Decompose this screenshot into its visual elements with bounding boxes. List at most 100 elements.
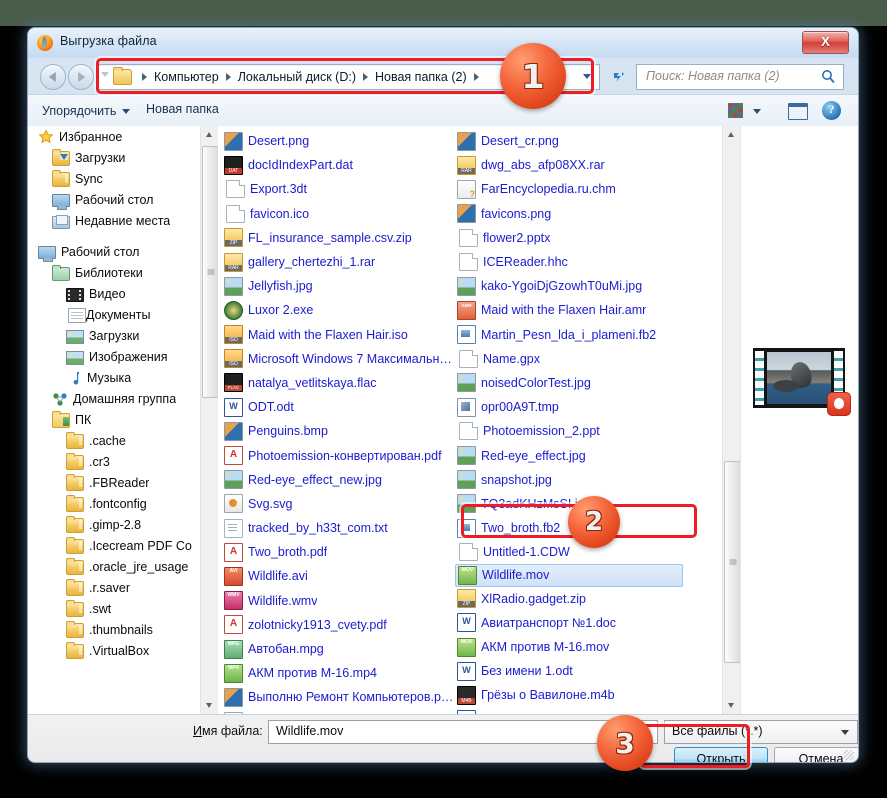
file-item[interactable]: Microsoft Windows 7 Максимальна... xyxy=(222,347,454,371)
file-item[interactable]: Без имени 1.odt xyxy=(455,659,687,683)
file-item[interactable]: XlRadio.gadget.zip xyxy=(455,587,687,611)
address-bar[interactable]: Компьютер Локальный диск (D:) Новая папка … xyxy=(98,64,600,90)
sidebar-item-1[interactable]: Загрузки xyxy=(28,147,198,168)
sidebar-item-13[interactable]: Домашняя группа xyxy=(28,388,198,409)
sidebar-item-25[interactable]: .VirtualBox xyxy=(28,640,198,661)
file-item[interactable]: Maid with the Flaxen Hair.iso xyxy=(222,323,454,347)
breadcrumb-item-1[interactable]: Компьютер xyxy=(152,70,221,84)
file-item[interactable]: Wildlife.wmv xyxy=(222,589,454,613)
sidebar-item-14[interactable]: ПК xyxy=(28,409,198,430)
file-item[interactable]: opr00A9T.tmp xyxy=(455,395,687,419)
sidebar-item-15[interactable]: .cache xyxy=(28,430,198,451)
file-item[interactable]: Export.3dt xyxy=(222,177,454,201)
new-folder-button[interactable]: Новая папка xyxy=(146,102,219,116)
chevron-down-icon[interactable] xyxy=(641,730,649,735)
file-item[interactable]: Автобан.mpg xyxy=(222,637,454,661)
close-button[interactable]: X xyxy=(802,31,849,54)
file-item[interactable]: Two_broth.fb2 xyxy=(455,516,687,540)
file-item[interactable]: Untitled-1.CDW xyxy=(455,540,687,564)
file-item[interactable]: Wildlife.avi xyxy=(222,564,454,588)
file-item[interactable]: tracked_by_h33t_com.txt xyxy=(222,516,454,540)
file-item[interactable]: Luxor 2.exe xyxy=(222,298,454,322)
navigation-pane-scrollbar[interactable] xyxy=(200,126,219,714)
file-item[interactable]: FL_insurance_sample.csv.zip xyxy=(222,226,454,250)
file-item[interactable]: Maid with the Flaxen Hair.amr xyxy=(455,298,687,322)
file-item[interactable]: Photoemission_2.ppt xyxy=(455,419,687,443)
change-view-button[interactable] xyxy=(726,101,772,121)
preview-pane-icon[interactable] xyxy=(788,103,808,120)
sidebar-item-10[interactable]: Загрузки xyxy=(28,325,198,346)
file-item[interactable]: zolotnicky1913_cvety.pdf xyxy=(222,613,454,637)
file-item[interactable]: Desert.png xyxy=(222,129,454,153)
file-item[interactable]: Red-eye_effect.jpg xyxy=(455,443,687,467)
sidebar-item-20[interactable]: .Icecream PDF Co xyxy=(28,535,198,556)
sidebar-item-11[interactable]: Изображения xyxy=(28,346,198,367)
file-item[interactable]: Jellyfish.jpg xyxy=(222,274,454,298)
filename-input[interactable]: Wildlife.mov xyxy=(268,720,658,744)
sidebar-item-4[interactable]: Недавние места xyxy=(28,210,198,231)
file-item[interactable]: Name.gpx xyxy=(455,347,687,371)
scroll-down-button[interactable] xyxy=(723,697,740,714)
file-list-scrollbar[interactable] xyxy=(722,126,741,714)
file-item[interactable]: Two_broth.pdf xyxy=(222,540,454,564)
sidebar-item-17[interactable]: .FBReader xyxy=(28,472,198,493)
file-item[interactable]: dwg_abs_afp08XX.rar xyxy=(455,153,687,177)
file-item[interactable]: Выполню Ремонт Компьютеров.png xyxy=(222,685,454,709)
search-box[interactable]: Поиск: Новая папка (2) xyxy=(636,64,844,90)
sidebar-item-18[interactable]: .fontconfig xyxy=(28,493,198,514)
breadcrumb-item-2[interactable]: Локальный диск (D:) xyxy=(236,70,358,84)
sidebar-item-22[interactable]: .r.saver xyxy=(28,577,198,598)
file-item[interactable]: kako-YgoiDjGzowhT0uMi.jpg xyxy=(455,274,687,298)
sidebar-item-24[interactable]: .thumbnails xyxy=(28,619,198,640)
file-item[interactable]: Авиатранспорт №1.doc xyxy=(455,611,687,635)
file-type-filter-select[interactable]: Все файлы (*.*) xyxy=(664,720,858,744)
scroll-up-button[interactable] xyxy=(723,126,740,143)
sidebar-item-23[interactable]: .swt xyxy=(28,598,198,619)
file-item[interactable]: noisedColorTest.jpg xyxy=(455,371,687,395)
back-button[interactable] xyxy=(40,64,66,90)
sidebar-item-8[interactable]: Видео xyxy=(28,283,198,304)
file-item[interactable]: Penguins.bmp xyxy=(222,419,454,443)
file-item[interactable]: snapshot.jpg xyxy=(455,468,687,492)
scroll-up-button[interactable] xyxy=(201,126,218,143)
file-item[interactable]: docIdIndexPart.dat xyxy=(222,153,454,177)
sidebar-item-16[interactable]: .cr3 xyxy=(28,451,198,472)
scroll-down-button[interactable] xyxy=(201,697,218,714)
organize-menu-button[interactable]: Упорядочить xyxy=(42,101,131,121)
file-item[interactable]: АКМ против М-16.mp4 xyxy=(222,661,454,685)
file-item[interactable]: Photoemission-конвертирован.pdf xyxy=(222,443,454,467)
file-item[interactable]: АКМ против М-16.mov xyxy=(455,635,687,659)
scrollbar-thumb[interactable] xyxy=(202,146,219,398)
sidebar-item-0[interactable]: Избранное xyxy=(28,126,198,147)
scrollbar-thumb[interactable] xyxy=(724,461,741,663)
sidebar-item-6[interactable]: Рабочий стол xyxy=(28,241,198,262)
address-dropdown-icon[interactable] xyxy=(583,74,591,79)
sidebar-item-3[interactable]: Рабочий стол xyxy=(28,189,198,210)
chevron-down-icon[interactable] xyxy=(101,72,109,77)
sidebar-item-21[interactable]: .oracle_jre_usage xyxy=(28,556,198,577)
open-button[interactable]: Открыть xyxy=(674,747,768,762)
forward-button[interactable] xyxy=(68,64,94,90)
file-item-selected[interactable]: Wildlife.mov xyxy=(455,564,683,587)
sidebar-item-12[interactable]: Музыка xyxy=(28,367,198,388)
resize-grip-icon[interactable] xyxy=(844,750,854,760)
file-item[interactable]: ODT.odt xyxy=(222,395,454,419)
sidebar-item-2[interactable]: Sync xyxy=(28,168,198,189)
file-item[interactable]: Грёзы о Вавилоне.m4b xyxy=(455,683,687,707)
file-item[interactable]: Martin_Pesn_lda_i_plameni.fb2 xyxy=(455,323,687,347)
file-item[interactable]: Desert_cr.png xyxy=(455,129,687,153)
refresh-button[interactable] xyxy=(604,64,632,90)
file-item[interactable]: Svg.svg xyxy=(222,492,454,516)
file-item[interactable]: gallery_chertezhi_1.rar xyxy=(222,250,454,274)
breadcrumb-item-3[interactable]: Новая папка (2) xyxy=(373,70,469,84)
sidebar-item-19[interactable]: .gimp-2.8 xyxy=(28,514,198,535)
file-item[interactable]: FarEncyclopedia.ru.chm xyxy=(455,177,687,201)
file-item[interactable]: Red-eye_effect_new.jpg xyxy=(222,468,454,492)
file-item[interactable]: flower2.pptx xyxy=(455,226,687,250)
file-item[interactable]: TQ3adKHzMsSI.jpg xyxy=(455,492,687,516)
help-icon[interactable]: ? xyxy=(822,101,841,120)
sidebar-item-9[interactable]: Документы xyxy=(28,304,198,325)
file-item[interactable]: favicons.png xyxy=(455,202,687,226)
file-item[interactable]: favicon.ico xyxy=(222,202,454,226)
file-item[interactable]: natalya_vetlitskaya.flac xyxy=(222,371,454,395)
